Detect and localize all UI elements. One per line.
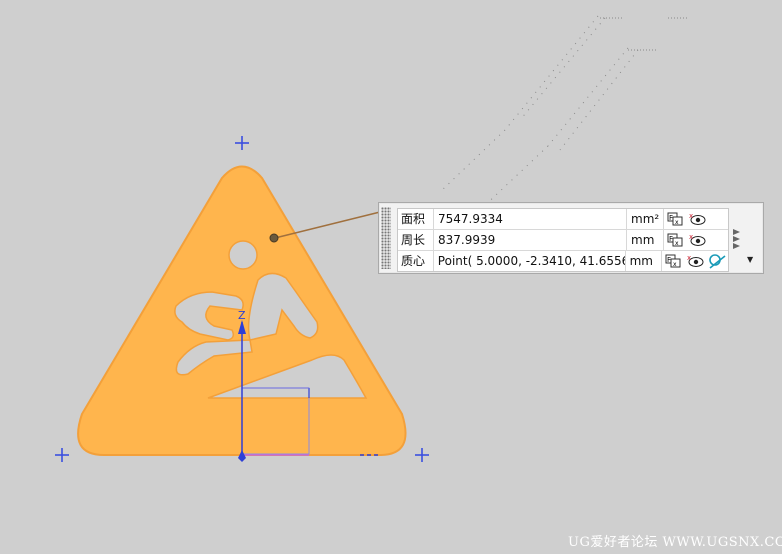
create-expression-button[interactable]: Fx — [664, 230, 686, 250]
measure-row-centroid: 质心 Point( 5.0000, -2.3410, 41.6556) mm F… — [398, 251, 728, 271]
expression-icon: Fx — [667, 233, 683, 247]
area-value[interactable]: 7547.9334 — [434, 209, 627, 229]
watermark: UG爱好者论坛 WWW.UGSNX.COM — [568, 535, 782, 550]
centroid-unit[interactable]: mm — [626, 251, 663, 271]
graphics-viewport[interactable]: Z 面积 7547.9334 mm² Fx x 周长 837.9939 mm F… — [0, 0, 782, 554]
svg-text:x: x — [675, 240, 679, 247]
svg-text:x: x — [687, 254, 691, 262]
show-hide-button[interactable]: x — [686, 209, 708, 229]
expression-icon: Fx — [667, 212, 683, 226]
perimeter-unit[interactable]: mm — [627, 230, 664, 250]
z-axis-label: Z — [238, 309, 246, 322]
measure-row-area: 面积 7547.9334 mm² Fx x — [398, 209, 728, 230]
measure-row-perimeter: 周长 837.9939 mm Fx x — [398, 230, 728, 251]
svg-text:F: F — [669, 214, 673, 222]
create-point-button[interactable] — [706, 251, 728, 271]
model-canvas[interactable]: Z — [0, 0, 782, 554]
measure-result-panel[interactable]: 面积 7547.9334 mm² Fx x 周长 837.9939 mm Fx … — [378, 202, 764, 274]
svg-text:x: x — [673, 261, 677, 268]
right-marker-icon — [415, 448, 429, 462]
left-marker-icon — [55, 448, 69, 462]
visibility-eye-icon: x — [687, 254, 704, 267]
top-marker-icon — [235, 136, 249, 150]
svg-text:x: x — [689, 233, 693, 241]
svg-text:x: x — [689, 212, 693, 220]
perimeter-label: 周长 — [398, 230, 434, 250]
create-expression-button[interactable]: Fx — [664, 209, 686, 229]
svg-text:x: x — [675, 219, 679, 226]
expand-arrows-icon[interactable] — [731, 227, 743, 249]
create-expression-button[interactable]: Fx — [662, 251, 684, 271]
measure-table: 面积 7547.9334 mm² Fx x 周长 837.9939 mm Fx … — [397, 208, 729, 272]
svg-text:F: F — [667, 256, 671, 264]
show-hide-button[interactable]: x — [684, 251, 706, 271]
svg-text:F: F — [669, 235, 673, 243]
figure-head-cutout — [228, 240, 258, 270]
panel-drag-grip[interactable] — [381, 207, 391, 269]
expression-icon: Fx — [665, 254, 681, 268]
perimeter-value[interactable]: 837.9939 — [434, 230, 627, 250]
area-label: 面积 — [398, 209, 434, 229]
panel-dropdown-arrow-icon[interactable]: ▼ — [747, 255, 753, 264]
centroid-label: 质心 — [398, 251, 434, 271]
centroid-point-icon — [269, 233, 279, 243]
centroid-value[interactable]: Point( 5.0000, -2.3410, 41.6556) — [434, 251, 626, 271]
visibility-eye-icon: x — [689, 212, 706, 225]
show-hide-button[interactable]: x — [686, 230, 708, 250]
point-curve-icon — [709, 254, 726, 269]
background-geometry — [439, 15, 688, 211]
area-unit[interactable]: mm² — [627, 209, 664, 229]
visibility-eye-icon: x — [689, 233, 706, 246]
